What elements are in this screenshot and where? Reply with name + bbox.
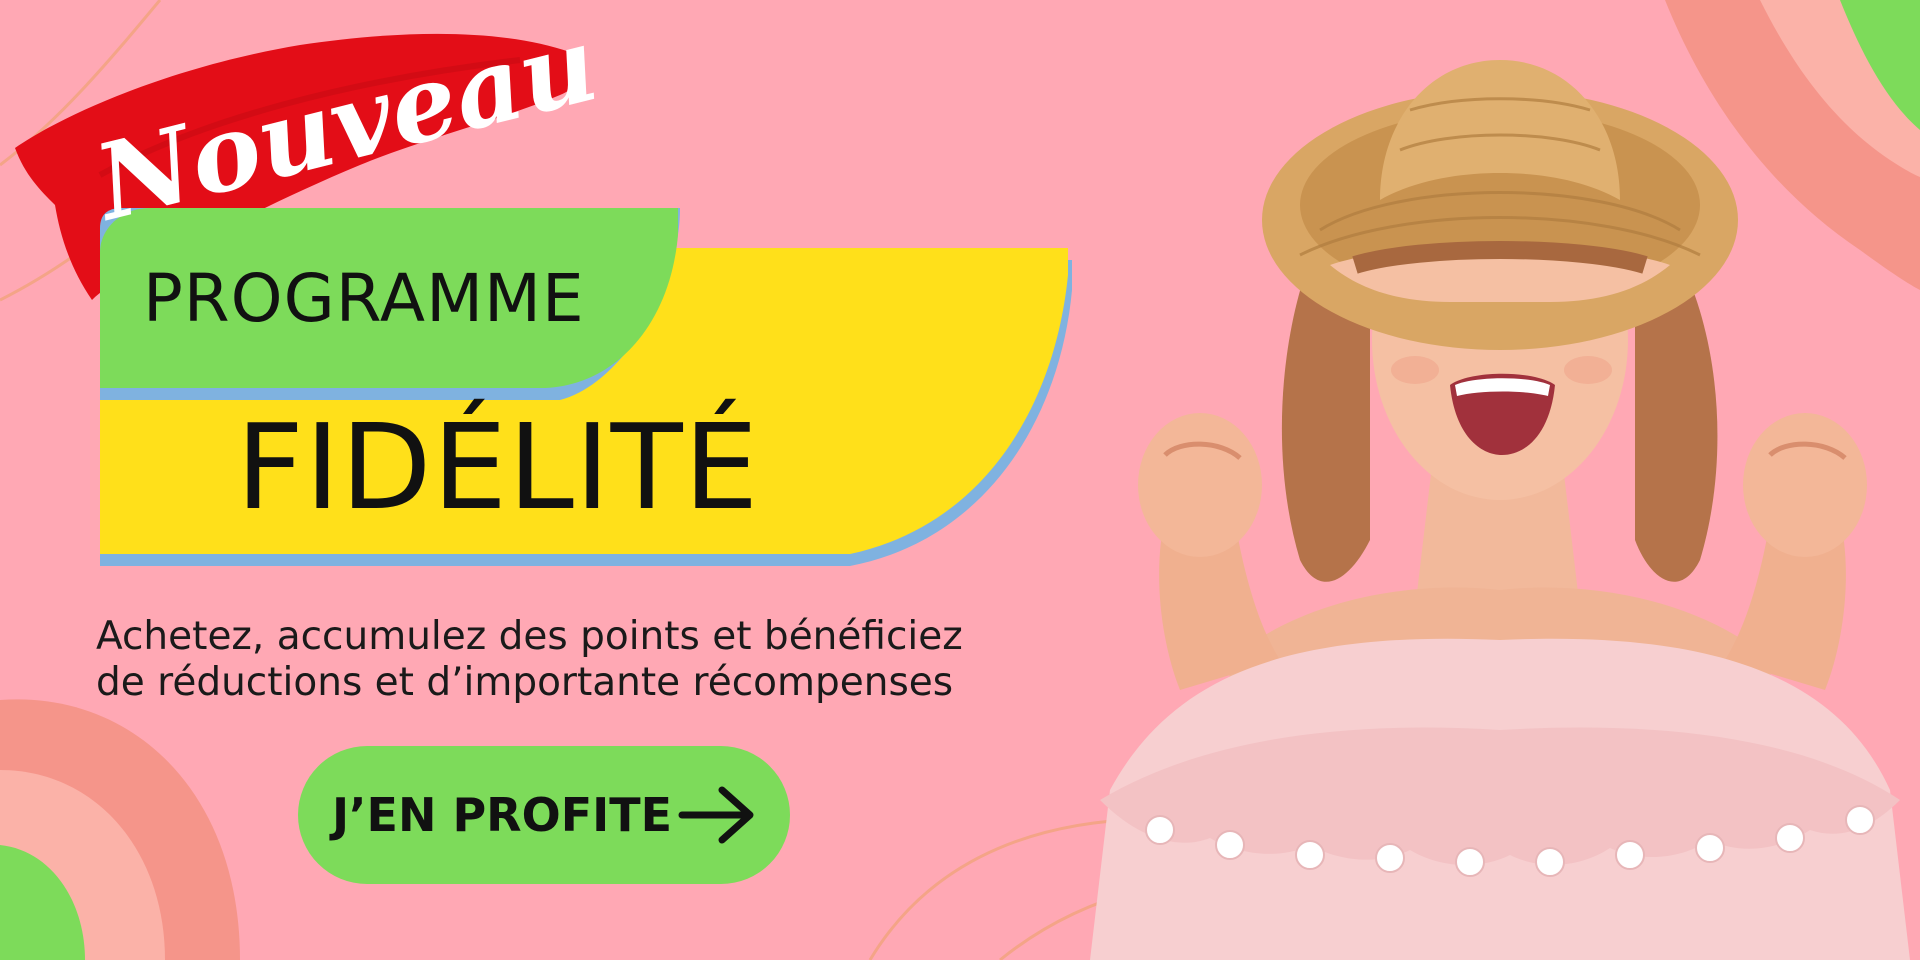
nouveau-text: Nouveau xyxy=(81,2,608,245)
arrow-right-icon xyxy=(678,786,754,844)
left-fist xyxy=(1138,413,1262,557)
cta-button[interactable]: J’EN PROFITE xyxy=(298,746,790,884)
cta-label: J’EN PROFITE xyxy=(331,788,673,842)
description-line-2: de réductions et d’importante récompense… xyxy=(96,660,954,705)
description: Achetez, accumulez des points et bénéfic… xyxy=(96,614,1096,706)
headline-fidelite: FIDÉLITÉ xyxy=(236,398,760,536)
headline-programme: PROGRAMME xyxy=(143,260,585,337)
loyalty-banner: Nouveau PROGRAMME FIDÉLITÉ Achetez, accu… xyxy=(0,0,1920,960)
woman-portrait xyxy=(1090,60,1910,960)
description-line-1: Achetez, accumulez des points et bénéfic… xyxy=(96,614,963,659)
right-fist xyxy=(1743,413,1867,557)
